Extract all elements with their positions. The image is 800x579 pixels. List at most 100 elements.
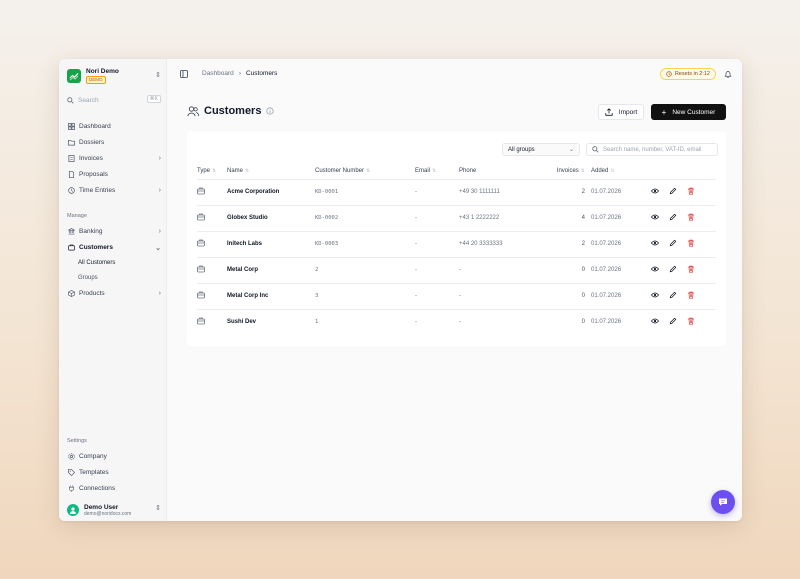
users-icon (67, 244, 75, 252)
search-icon (592, 146, 599, 153)
pencil-icon[interactable] (669, 239, 677, 249)
manage-section-label: Manage (67, 213, 87, 219)
added-cell: 01.07.2026 (591, 230, 651, 257)
sidebar-subitem-groups[interactable]: Groups (78, 272, 163, 284)
customers-table-panel: All groups ⌄ Search name, number, VAT-ID… (187, 132, 726, 346)
type-cell (197, 256, 227, 283)
sidebar-item-products[interactable]: Products › (65, 287, 163, 300)
customer-name-cell[interactable]: Metal Corp (227, 256, 315, 283)
business-icon (197, 317, 205, 325)
eye-icon[interactable] (650, 213, 660, 223)
sidebar-item-label: Products (79, 290, 105, 297)
customer-name-cell[interactable]: Initech Labs (227, 230, 315, 257)
main-content: Dashboard › Customers Resets in 2:12 Cus… (167, 59, 742, 521)
customers-table: Type ⇅ Name ⇅ Customer Number ⇅ Email ⇅ Phon… (197, 164, 716, 335)
trash-icon[interactable] (687, 187, 695, 197)
workspace-switcher[interactable]: Nori Demo DEMO ⇕ (67, 67, 163, 85)
table-row[interactable]: Metal Corp 2 - - 0 01.07.2026 (197, 256, 716, 283)
bank-icon (67, 228, 75, 236)
sidebar-item-time-entries[interactable]: Time Entries › (65, 184, 163, 197)
customer-name-cell[interactable]: Metal Corp Inc (227, 282, 315, 309)
sidebar-search[interactable]: Search ⌘K (65, 94, 163, 106)
customer-number-cell: 3 (315, 282, 415, 309)
eye-icon[interactable] (650, 239, 660, 249)
sidebar-item-dashboard[interactable]: Dashboard (65, 120, 163, 133)
page-title: Customers (204, 105, 262, 117)
email-cell: - (415, 308, 459, 335)
sidebar-item-label: Dossiers (79, 139, 105, 146)
phone-cell: +49 30 1111111 (459, 178, 549, 205)
column-header-email[interactable]: Email ⇅ (415, 164, 459, 179)
pencil-icon[interactable] (669, 291, 677, 301)
sidebar-toggle-icon[interactable] (180, 70, 188, 78)
trash-icon[interactable] (687, 317, 695, 327)
table-row[interactable]: Globex Studio KD-0002 - +43 1 2222222 4 … (197, 204, 716, 231)
eye-icon[interactable] (650, 291, 660, 301)
eye-icon[interactable] (650, 265, 660, 275)
customer-search-input[interactable]: Search name, number, VAT-ID, email (586, 143, 718, 156)
trash-icon[interactable] (687, 213, 695, 223)
trash-icon[interactable] (687, 239, 695, 249)
added-cell: 01.07.2026 (591, 282, 651, 309)
chevron-right-icon: › (158, 228, 161, 235)
column-header-type[interactable]: Type ⇅ (197, 164, 227, 179)
trash-icon[interactable] (687, 291, 695, 301)
sidebar-item-customers[interactable]: Customers ⌄ (65, 241, 163, 254)
pencil-icon[interactable] (669, 187, 677, 197)
type-cell (197, 230, 227, 257)
search-label: Search (78, 96, 99, 104)
email-cell: - (415, 282, 459, 309)
app-window: Nori Demo DEMO ⇕ Search ⌘K Dashboard Dos… (59, 59, 742, 521)
customer-name-cell[interactable]: Globex Studio (227, 204, 315, 231)
eye-icon[interactable] (650, 317, 660, 327)
pencil-icon[interactable] (669, 213, 677, 223)
column-header-phone[interactable]: Phone (459, 164, 549, 179)
actions-cell (650, 178, 716, 205)
gear-icon (67, 453, 75, 461)
plus-icon: + (661, 107, 667, 117)
user-menu[interactable]: Demo User demo@noridocs.com ⇕ (67, 501, 163, 519)
table-row[interactable]: Sushi Dev 1 - - 0 01.07.2026 (197, 308, 716, 335)
new-customer-button[interactable]: + New Customer (651, 104, 726, 120)
search-shortcut: ⌘K (146, 95, 161, 103)
sidebar-item-templates[interactable]: Templates (65, 466, 163, 479)
sidebar-item-invoices[interactable]: Invoices › (65, 152, 163, 165)
trash-icon[interactable] (687, 265, 695, 275)
search-icon (67, 96, 74, 104)
breadcrumb-dashboard[interactable]: Dashboard (202, 70, 234, 77)
info-icon[interactable] (266, 107, 275, 115)
sidebar-item-label: Customers (79, 244, 113, 251)
sidebar-item-dossiers[interactable]: Dossiers (65, 136, 163, 149)
actions-cell (650, 230, 716, 257)
column-header-added[interactable]: Added ⇅ (591, 164, 651, 179)
pencil-icon[interactable] (669, 317, 677, 327)
sidebar-item-banking[interactable]: Banking › (65, 225, 163, 238)
invoice-icon (67, 155, 75, 163)
customer-number-cell: 1 (315, 308, 415, 335)
column-header-customer-number[interactable]: Customer Number ⇅ (315, 164, 415, 179)
group-filter-select[interactable]: All groups ⌄ (502, 143, 580, 156)
type-cell (197, 204, 227, 231)
customer-name-cell[interactable]: Sushi Dev (227, 308, 315, 335)
eye-icon[interactable] (650, 187, 660, 197)
column-header-invoices[interactable]: Invoices ⇅ (549, 164, 591, 179)
sidebar-item-company[interactable]: Company (65, 450, 163, 463)
table-header-row: Type ⇅ Name ⇅ Customer Number ⇅ Email ⇅ Phon… (197, 164, 716, 179)
sidebar-item-connections[interactable]: Connections (65, 482, 163, 495)
sidebar-subitem-all-customers[interactable]: All Customers (78, 257, 163, 269)
table-row[interactable]: Metal Corp Inc 3 - - 0 01.07.2026 (197, 282, 716, 309)
brand-logo-icon (67, 69, 81, 83)
user-email: demo@noridocs.com (84, 510, 132, 517)
customer-name-cell[interactable]: Acme Corporation (227, 178, 315, 205)
import-button[interactable]: Import (598, 104, 644, 120)
sidebar-item-proposals[interactable]: Proposals (65, 168, 163, 181)
table-row[interactable]: Acme Corporation KD-0001 - +49 30 111111… (197, 178, 716, 205)
column-header-name[interactable]: Name ⇅ (227, 164, 315, 179)
chevron-right-icon: › (238, 70, 241, 77)
chat-support-button[interactable] (711, 490, 735, 514)
bell-icon[interactable] (724, 70, 732, 78)
chat-icon (719, 498, 727, 506)
pencil-icon[interactable] (669, 265, 677, 275)
table-row[interactable]: Initech Labs KD-0003 - +44 20 3333333 2 … (197, 230, 716, 257)
box-icon (67, 290, 75, 298)
